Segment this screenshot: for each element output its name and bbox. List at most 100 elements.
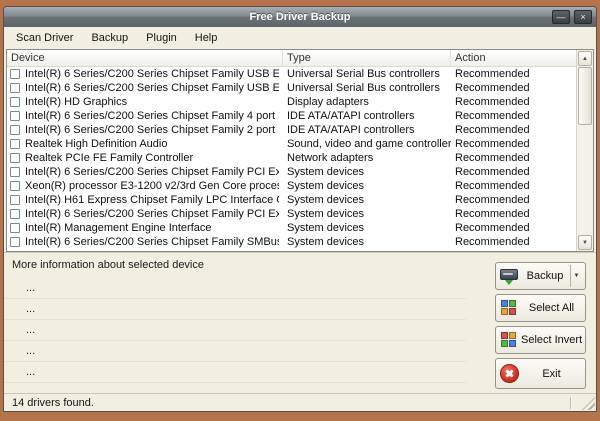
table-row[interactable]: Intel(R) Management Engine Interface Syst… bbox=[7, 221, 576, 235]
menu-item-help[interactable]: Help bbox=[186, 28, 227, 48]
row-checkbox[interactable] bbox=[10, 139, 20, 149]
row-checkbox[interactable] bbox=[10, 97, 20, 107]
action-cell: Recommended bbox=[451, 151, 576, 165]
device-cell: Intel(R) 6 Series/C200 Series Chipset Fa… bbox=[7, 235, 283, 249]
column-header-action[interactable]: Action bbox=[451, 50, 576, 66]
info-line: ... bbox=[4, 341, 466, 362]
select-all-button[interactable]: Select All bbox=[495, 294, 586, 322]
table-row[interactable]: Intel(R) H61 Express Chipset Family LPC … bbox=[7, 193, 576, 207]
column-header-type[interactable]: Type bbox=[283, 50, 451, 66]
type-cell: IDE ATA/ATAPI controllers bbox=[283, 123, 451, 137]
device-name: Intel(R) 6 Series/C200 Series Chipset Fa… bbox=[25, 123, 279, 137]
info-line: ... bbox=[4, 320, 466, 341]
device-name: Intel(R) HD Graphics bbox=[25, 95, 127, 109]
device-cell: Intel(R) Management Engine Interface bbox=[7, 221, 283, 235]
table-row[interactable]: Xeon(R) processor E3-1200 v2/3rd Gen Cor… bbox=[7, 179, 576, 193]
action-cell: Recommended bbox=[451, 95, 576, 109]
table-row[interactable]: Intel(R) HD Graphics Display adaptersReco… bbox=[7, 95, 576, 109]
table-row[interactable]: Intel(R) 6 Series/C200 Series Chipset Fa… bbox=[7, 235, 576, 249]
action-cell: Recommended bbox=[451, 137, 576, 151]
device-name: Intel(R) 6 Series/C200 Series Chipset Fa… bbox=[25, 109, 279, 123]
device-cell: Intel(R) 6 Series/C200 Series Chipset Fa… bbox=[7, 123, 283, 137]
row-checkbox[interactable] bbox=[10, 111, 20, 121]
row-checkbox[interactable] bbox=[10, 181, 20, 191]
row-checkbox[interactable] bbox=[10, 69, 20, 79]
device-list-main: Device Type Action Intel(R) 6 Series/C20… bbox=[7, 50, 576, 251]
select-invert-button[interactable]: Select Invert bbox=[495, 326, 586, 354]
device-rows: Intel(R) 6 Series/C200 Series Chipset Fa… bbox=[7, 67, 576, 251]
action-cell: Recommended bbox=[451, 221, 576, 235]
row-checkbox[interactable] bbox=[10, 125, 20, 135]
action-cell: Recommended bbox=[451, 193, 576, 207]
scroll-down-icon[interactable]: ▼ bbox=[578, 235, 592, 250]
row-checkbox[interactable] bbox=[10, 167, 20, 177]
device-cell: Realtek High Definition Audio bbox=[7, 137, 283, 151]
type-cell: Universal Serial Bus controllers bbox=[283, 81, 451, 95]
minimize-button[interactable]: — bbox=[552, 10, 570, 24]
menu-item-plugin[interactable]: Plugin bbox=[137, 28, 186, 48]
titlebar[interactable]: Free Driver Backup — × bbox=[4, 7, 596, 27]
menubar: Scan Driver Backup Plugin Help bbox=[4, 27, 596, 49]
table-row[interactable]: Intel(R) 6 Series/C200 Series Chipset Fa… bbox=[7, 109, 576, 123]
select-all-button-label: Select All bbox=[521, 302, 582, 314]
table-row[interactable]: Intel(R) 6 Series/C200 Series Chipset Fa… bbox=[7, 123, 576, 137]
device-list: Device Type Action Intel(R) 6 Series/C20… bbox=[6, 49, 594, 252]
device-name: Intel(R) 6 Series/C200 Series Chipset Fa… bbox=[25, 235, 279, 249]
device-cell: Intel(R) HD Graphics bbox=[7, 95, 283, 109]
status-text: 14 drivers found. bbox=[12, 397, 94, 409]
resize-grip[interactable] bbox=[582, 397, 595, 410]
row-checkbox[interactable] bbox=[10, 209, 20, 219]
action-cell: Recommended bbox=[451, 123, 576, 137]
bottom-panel: More information about selected device .… bbox=[4, 252, 596, 393]
action-buttons: Backup ▼ Select All Select Invert bbox=[495, 262, 586, 393]
close-button[interactable]: × bbox=[574, 10, 592, 24]
device-cell: Realtek PCIe FE Family Controller bbox=[7, 151, 283, 165]
device-cell: Intel(R) H61 Express Chipset Family LPC … bbox=[7, 193, 283, 207]
table-row[interactable]: Intel(R) 6 Series/C200 Series Chipset Fa… bbox=[7, 81, 576, 95]
scrollbar-track[interactable] bbox=[578, 67, 592, 234]
backup-dropdown-arrow-icon[interactable]: ▼ bbox=[570, 265, 582, 287]
select-invert-button-label: Select Invert bbox=[521, 334, 582, 346]
table-row[interactable]: Realtek PCIe FE Family ControllerNetwork… bbox=[7, 151, 576, 165]
desktop-background: Free Driver Backup — × Scan Driver Backu… bbox=[0, 0, 600, 421]
device-cell: Intel(R) 6 Series/C200 Series Chipset Fa… bbox=[7, 67, 283, 81]
type-cell: System devices bbox=[283, 221, 451, 235]
action-cell: Recommended bbox=[451, 67, 576, 81]
exit-button-label: Exit bbox=[521, 368, 582, 380]
menu-item-scan-driver[interactable]: Scan Driver bbox=[7, 28, 82, 48]
menu-item-backup[interactable]: Backup bbox=[82, 28, 137, 48]
table-row[interactable]: Intel(R) 6 Series/C200 Series Chipset Fa… bbox=[7, 165, 576, 179]
device-name: Intel(R) Management Engine Interface bbox=[25, 221, 212, 235]
row-checkbox[interactable] bbox=[10, 83, 20, 93]
vertical-scrollbar[interactable]: ▲ ▼ bbox=[576, 50, 593, 251]
type-cell: System devices bbox=[283, 235, 451, 249]
statusbar-separator bbox=[570, 397, 572, 409]
table-row[interactable]: Intel(R) 6 Series/C200 Series Chipset Fa… bbox=[7, 207, 576, 221]
device-name: Realtek High Definition Audio bbox=[25, 137, 167, 151]
app-window: Free Driver Backup — × Scan Driver Backu… bbox=[3, 6, 597, 412]
exit-button[interactable]: Exit bbox=[495, 358, 586, 389]
type-cell: Universal Serial Bus controllers bbox=[283, 67, 451, 81]
scrollbar-thumb[interactable] bbox=[578, 67, 592, 125]
row-checkbox[interactable] bbox=[10, 237, 20, 247]
window-title: Free Driver Backup bbox=[4, 7, 596, 27]
device-cell: Intel(R) 6 Series/C200 Series Chipset Fa… bbox=[7, 109, 283, 123]
column-header-device[interactable]: Device bbox=[7, 50, 283, 66]
device-cell: Intel(R) 6 Series/C200 Series Chipset Fa… bbox=[7, 81, 283, 95]
row-checkbox[interactable] bbox=[10, 195, 20, 205]
table-row[interactable]: Realtek High Definition AudioSound, vide… bbox=[7, 137, 576, 151]
device-name: Realtek PCIe FE Family Controller bbox=[25, 151, 193, 165]
action-cell: Recommended bbox=[451, 235, 576, 249]
type-cell: System devices bbox=[283, 207, 451, 221]
row-checkbox[interactable] bbox=[10, 153, 20, 163]
backup-button[interactable]: Backup ▼ bbox=[495, 262, 586, 290]
backup-button-label: Backup bbox=[521, 270, 569, 282]
table-row[interactable]: Intel(R) 6 Series/C200 Series Chipset Fa… bbox=[7, 67, 576, 81]
type-cell: Display adapters bbox=[283, 95, 451, 109]
action-cell: Recommended bbox=[451, 165, 576, 179]
backup-drive-icon bbox=[499, 267, 521, 285]
row-checkbox[interactable] bbox=[10, 223, 20, 233]
scroll-up-icon[interactable]: ▲ bbox=[578, 51, 592, 66]
type-cell: System devices bbox=[283, 165, 451, 179]
device-cell: Intel(R) 6 Series/C200 Series Chipset Fa… bbox=[7, 165, 283, 179]
